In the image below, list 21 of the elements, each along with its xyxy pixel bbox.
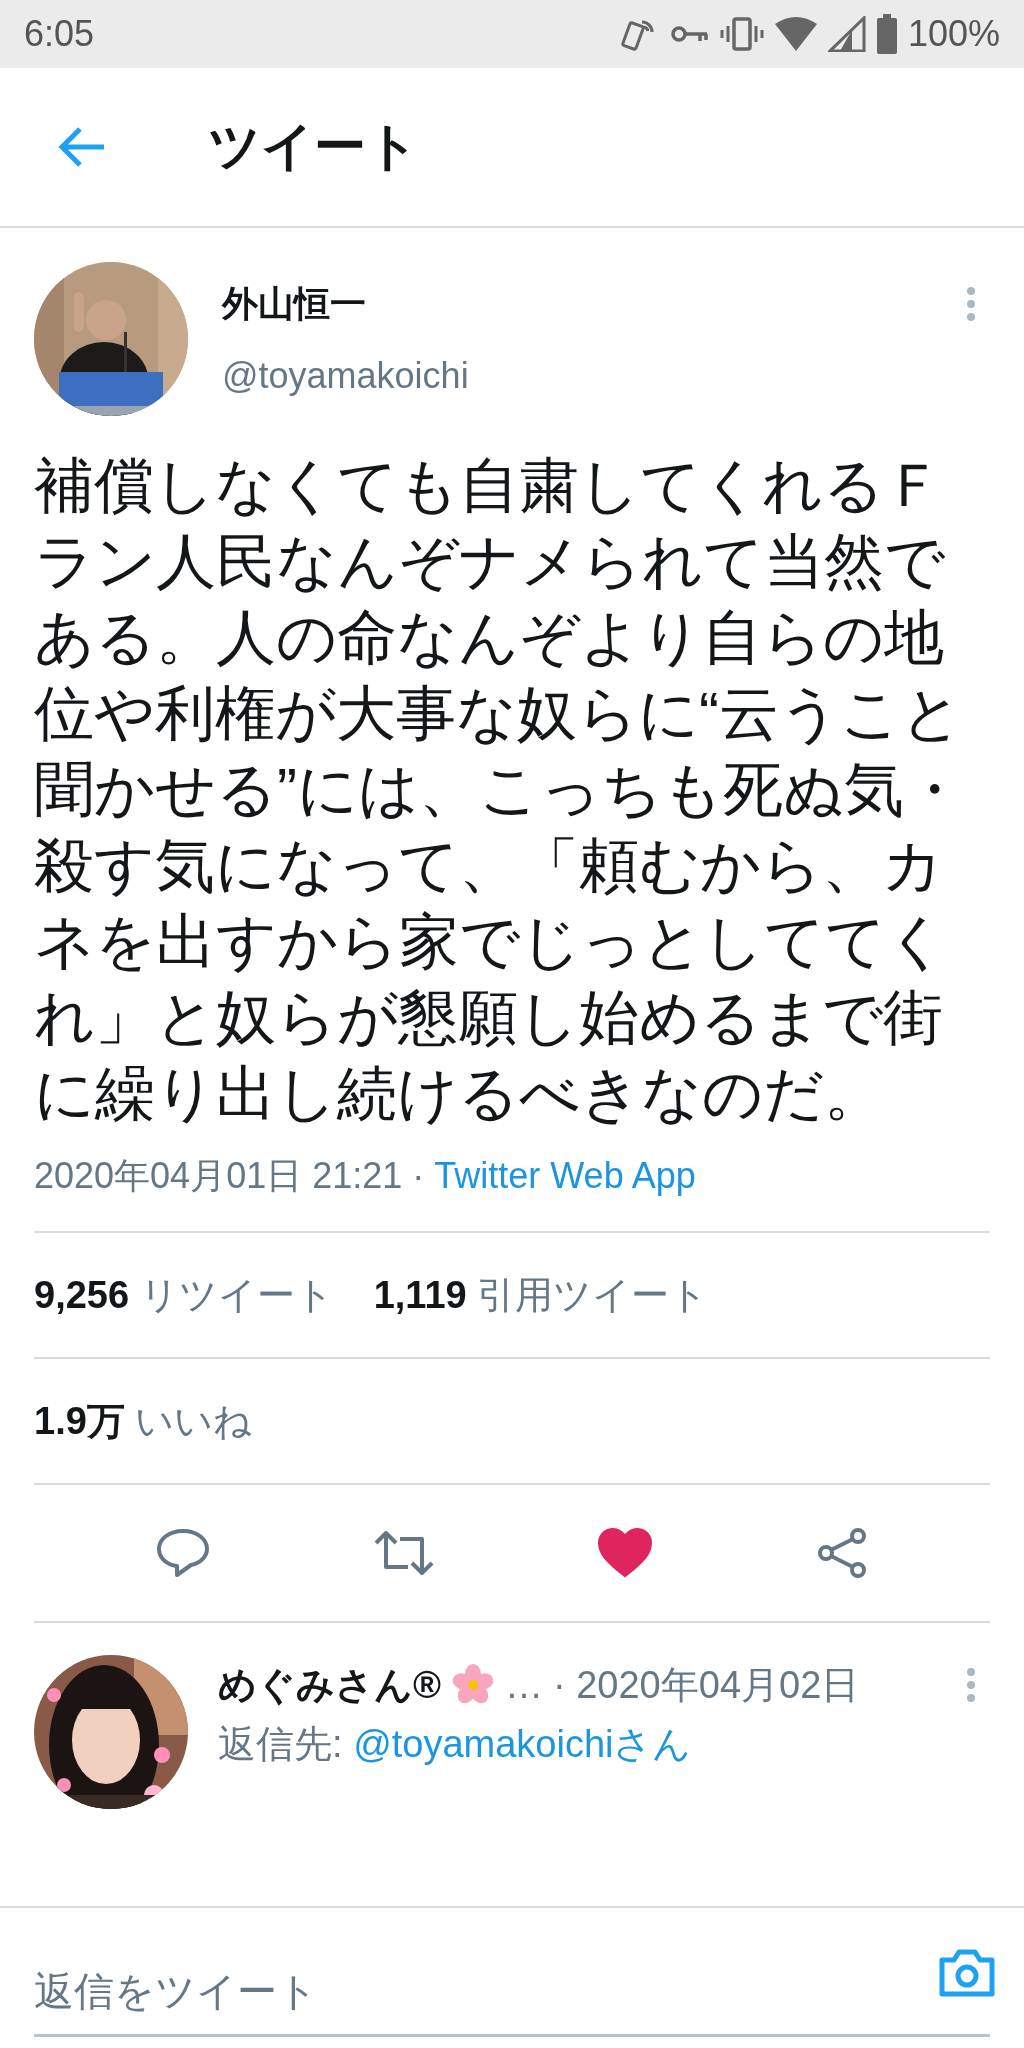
vibrate-icon [719,16,764,52]
stat-count[interactable]: 9,256 リツイート [34,1269,334,1321]
author-name: 外山恒一 [222,282,367,326]
stat-count[interactable]: 1,119 引用ツイート [373,1269,709,1321]
tweet-timestamp: 2020年04月01日 21:21 · Twitter Web App [34,1152,990,1233]
page-title: ツイート [208,116,419,177]
reply-to-text: 返信先: @toyamakoichiさん [218,1722,693,1767]
like-count[interactable]: 1.9万 いいね [34,1395,253,1447]
heart-icon[interactable] [596,1527,653,1579]
reply-date: · 2020年04月02日 [553,1662,860,1708]
battery-icon [875,14,898,54]
author-handle: @toyamakoichi [222,355,470,397]
wifi-icon [773,16,818,52]
camera-icon[interactable] [938,1948,996,1998]
clock: 6:05 [24,13,95,55]
battery-level: 100% [907,13,1000,55]
reply-author-name: めぐみさん® [218,1662,441,1708]
reply-icon[interactable] [154,1527,211,1579]
signal-icon [827,16,866,52]
tweet-text: 補償しなくても自粛してくれるＦラン人民なんぞナメられて当然である。人の命なんぞより自らの地位や利権が大事な奴らに“云うこと聞かせる”には、こっちも死ぬ気・殺す気になって、「頼むから、カネを出すから家でじっとしててくれ」と奴らが懇願し始めるまで街に繰り出し続けるべきなのだ。 [34,451,965,1129]
ellipsis: … [505,1663,543,1707]
